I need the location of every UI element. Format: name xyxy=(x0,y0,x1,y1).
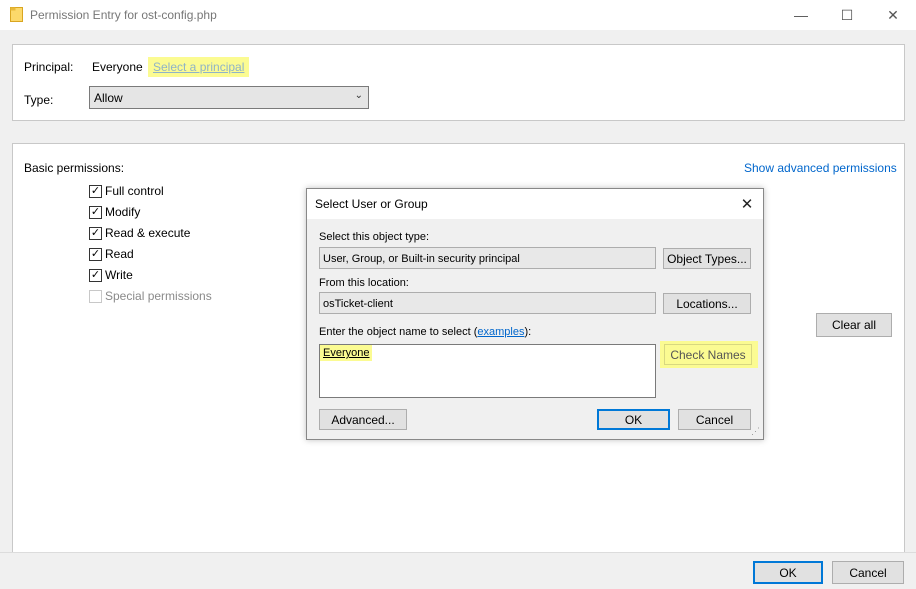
permission-write[interactable]: ✓ Write xyxy=(89,267,133,283)
resize-grip-icon[interactable]: ⋰ xyxy=(751,427,761,437)
principal-label: Principal: xyxy=(24,60,74,74)
permission-label: Write xyxy=(105,268,133,282)
object-name-label-suffix: ): xyxy=(524,326,532,338)
location-label: From this location: xyxy=(319,277,409,289)
checkbox-unchecked-icon xyxy=(89,289,102,303)
dialog-close-icon[interactable]: ✕ xyxy=(735,193,759,215)
examples-link[interactable]: examples xyxy=(477,326,524,338)
object-type-value: User, Group, or Built-in security princi… xyxy=(323,253,520,265)
permission-read-execute[interactable]: ✓ Read & execute xyxy=(89,225,190,241)
permission-full-control[interactable]: ✓ Full control xyxy=(89,183,164,199)
dialog-ok-button[interactable]: OK xyxy=(597,409,670,430)
footer-bar: OK Cancel xyxy=(0,552,916,589)
object-name-label-prefix: Enter the object name to select ( xyxy=(319,326,478,338)
checkbox-checked-icon: ✓ xyxy=(89,184,102,198)
permission-label: Modify xyxy=(105,205,141,219)
footer-ok-button[interactable]: OK xyxy=(753,561,823,584)
checkbox-checked-icon: ✓ xyxy=(89,226,102,240)
permission-special: Special permissions xyxy=(89,288,212,304)
permission-label: Special permissions xyxy=(105,289,212,303)
permission-label: Read & execute xyxy=(105,226,191,240)
minimize-button[interactable]: — xyxy=(778,0,824,30)
check-names-button[interactable]: Check Names xyxy=(664,344,752,365)
type-select-value: Allow xyxy=(94,91,123,105)
folder-icon xyxy=(10,7,23,22)
object-type-label: Select this object type: xyxy=(319,231,430,243)
principal-value: Everyone xyxy=(92,60,143,74)
dialog-cancel-button[interactable]: Cancel xyxy=(678,409,751,430)
footer-cancel-button[interactable]: Cancel xyxy=(832,561,904,584)
object-name-input[interactable]: Everyone xyxy=(319,344,656,398)
basic-permissions-label: Basic permissions: xyxy=(24,161,125,175)
select-user-or-group-dialog: Select User or Group ✕ Select this objec… xyxy=(306,188,764,440)
location-field: osTicket-client xyxy=(319,292,656,314)
object-name-label: Enter the object name to select (example… xyxy=(319,326,531,338)
principal-group: Principal: Everyone Select a principal T… xyxy=(12,44,905,121)
object-types-button[interactable]: Object Types... xyxy=(663,248,751,269)
maximize-button[interactable]: ☐ xyxy=(824,0,870,30)
dialog-title: Select User or Group xyxy=(315,197,428,211)
object-name-highlight: Everyone xyxy=(320,345,373,361)
object-type-field: User, Group, or Built-in security princi… xyxy=(319,247,656,269)
select-principal-link-text: Select a principal xyxy=(153,60,245,74)
permission-read[interactable]: ✓ Read xyxy=(89,246,134,262)
window-titlebar: Permission Entry for ost-config.php — ☐ … xyxy=(0,0,916,30)
object-name-value: Everyone xyxy=(323,347,370,359)
window-title: Permission Entry for ost-config.php xyxy=(30,8,217,22)
check-names-highlight: Check Names xyxy=(660,341,758,368)
location-value: osTicket-client xyxy=(323,298,393,310)
permission-label: Full control xyxy=(105,184,164,198)
show-advanced-permissions-link[interactable]: Show advanced permissions xyxy=(744,161,897,175)
clear-all-button[interactable]: Clear all xyxy=(816,313,892,337)
dialog-advanced-button[interactable]: Advanced... xyxy=(319,409,407,430)
checkbox-checked-icon: ✓ xyxy=(89,247,102,261)
checkbox-checked-icon: ✓ xyxy=(89,268,102,282)
type-select[interactable]: Allow ⌄ xyxy=(89,86,369,109)
type-label: Type: xyxy=(24,93,54,107)
permission-label: Read xyxy=(105,247,134,261)
locations-button[interactable]: Locations... xyxy=(663,293,751,314)
close-button[interactable]: ✕ xyxy=(870,0,916,30)
permission-modify[interactable]: ✓ Modify xyxy=(89,204,140,220)
checkbox-checked-icon: ✓ xyxy=(89,205,102,219)
chevron-down-icon: ⌄ xyxy=(354,90,363,101)
select-principal-link[interactable]: Select a principal xyxy=(148,57,250,77)
dialog-titlebar: Select User or Group ✕ xyxy=(307,189,763,219)
